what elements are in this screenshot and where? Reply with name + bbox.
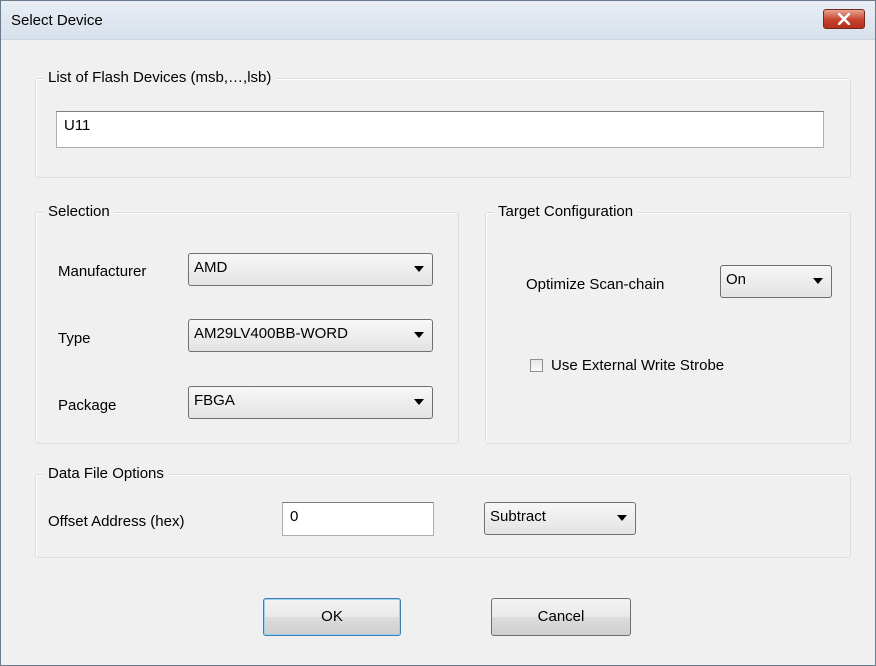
chevron-down-icon	[813, 278, 823, 284]
title-bar[interactable]: Select Device	[1, 1, 875, 40]
target-configuration-legend: Target Configuration	[494, 203, 638, 220]
offset-address-input[interactable]: 0	[282, 502, 434, 536]
chevron-down-icon	[414, 399, 424, 405]
ok-button[interactable]: OK	[263, 598, 401, 636]
dialog-client-area: List of Flash Devices (msb,…,lsb) U11 Se…	[9, 40, 867, 665]
chevron-down-icon	[617, 515, 627, 521]
flash-devices-legend: List of Flash Devices (msb,…,lsb)	[44, 69, 276, 86]
selection-legend: Selection	[44, 203, 114, 220]
flash-devices-group: List of Flash Devices (msb,…,lsb) U11	[35, 69, 851, 178]
data-file-options-group: Data File Options Offset Address (hex) 0…	[35, 465, 851, 558]
manufacturer-value: AMD	[194, 259, 228, 276]
optimize-scan-chain-value: On	[726, 271, 747, 288]
select-device-dialog: Select Device List of Flash Devices (msb…	[0, 0, 876, 666]
offset-address-label: Offset Address (hex)	[48, 513, 185, 530]
selection-group: Selection Manufacturer AMD Type AM29LV40…	[35, 203, 459, 444]
flash-devices-input[interactable]: U11	[56, 111, 824, 148]
offset-operation-value: Subtract	[490, 508, 546, 525]
data-file-options-legend: Data File Options	[44, 465, 168, 482]
optimize-scan-chain-label: Optimize Scan-chain	[526, 276, 665, 293]
external-write-strobe-label[interactable]: Use External Write Strobe	[551, 357, 724, 374]
manufacturer-select[interactable]: AMD	[188, 253, 433, 286]
package-select[interactable]: FBGA	[188, 386, 433, 419]
type-label: Type	[58, 330, 91, 347]
close-icon	[838, 13, 850, 25]
external-write-strobe-checkbox[interactable]	[530, 359, 543, 372]
type-select[interactable]: AM29LV400BB-WORD	[188, 319, 433, 352]
cancel-button[interactable]: Cancel	[491, 598, 631, 636]
close-button[interactable]	[823, 9, 865, 29]
chevron-down-icon	[414, 332, 424, 338]
package-label: Package	[58, 397, 117, 414]
window-title: Select Device	[11, 12, 103, 29]
package-value: FBGA	[194, 392, 235, 409]
chevron-down-icon	[414, 266, 424, 272]
optimize-scan-chain-select[interactable]: On	[720, 265, 832, 298]
type-value: AM29LV400BB-WORD	[194, 325, 348, 342]
offset-operation-select[interactable]: Subtract	[484, 502, 636, 535]
manufacturer-label: Manufacturer	[58, 263, 147, 280]
target-configuration-group: Target Configuration Optimize Scan-chain…	[485, 203, 851, 444]
